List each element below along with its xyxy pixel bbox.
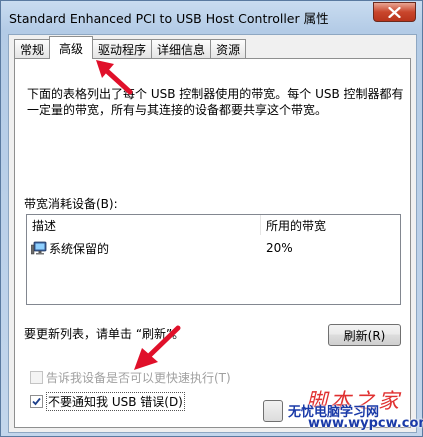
- usb-error-notify-checkbox[interactable]: [30, 395, 43, 408]
- bandwidth-list[interactable]: 描述 所用的带宽 系统保留的 20%: [26, 214, 401, 305]
- tab-general[interactable]: 常规: [14, 39, 51, 59]
- checkmark-icon: [32, 397, 41, 406]
- list-item[interactable]: 系统保留的 20%: [27, 239, 400, 257]
- device-bandwidth: 20%: [266, 241, 293, 255]
- close-button[interactable]: [373, 2, 416, 22]
- usb-error-notify-label[interactable]: 不要通知我 USB 错误(D): [46, 392, 185, 411]
- window-title: Standard Enhanced PCI to USB Host Contro…: [9, 11, 329, 26]
- refresh-hint-text: 要更新列表，请单击 “刷新”。: [24, 327, 185, 341]
- faster-execution-option: 告诉我设备是否可以更快速执行(T): [30, 369, 231, 386]
- column-header-description[interactable]: 描述: [27, 215, 261, 235]
- tab-driver[interactable]: 驱动程序: [92, 39, 153, 59]
- advanced-tab-panel: 下面的表格列出了每个 USB 控制器使用的带宽。每个 USB 控制器都有一定量的…: [14, 58, 411, 428]
- tab-strip: 常规 高级 驱动程序 详细信息 资源: [14, 36, 247, 59]
- tab-advanced[interactable]: 高级: [49, 36, 94, 59]
- list-header: 描述 所用的带宽: [27, 215, 400, 235]
- site-watermark: 脚本之家 无忧电脑学习网 www.wypcw.com: [256, 385, 423, 435]
- bandwidth-devices-label: 带宽消耗设备(B):: [24, 197, 118, 211]
- bandwidth-description: 下面的表格列出了每个 USB 控制器使用的带宽。每个 USB 控制器都有一定量的…: [27, 87, 404, 117]
- tab-details[interactable]: 详细信息: [151, 39, 212, 59]
- title-bar[interactable]: Standard Enhanced PCI to USB Host Contro…: [1, 1, 422, 31]
- device-name: 系统保留的: [49, 241, 110, 256]
- faster-execution-label: 告诉我设备是否可以更快速执行(T): [46, 371, 231, 385]
- watermark-url: www.wypcw.com: [308, 416, 423, 431]
- column-header-bandwidth[interactable]: 所用的带宽: [261, 215, 400, 235]
- dialog-body: 常规 高级 驱动程序 详细信息 资源 下面的表格列出了每个 USB 控制器使用的…: [8, 34, 417, 433]
- refresh-button[interactable]: 刷新(R): [328, 324, 401, 346]
- properties-dialog: Standard Enhanced PCI to USB Host Contro…: [0, 0, 423, 437]
- tab-resources[interactable]: 资源: [210, 39, 247, 59]
- faster-execution-checkbox: [30, 371, 43, 384]
- close-icon: [388, 6, 401, 18]
- usb-error-notify-option[interactable]: 不要通知我 USB 错误(D): [30, 392, 185, 411]
- computer-icon: [31, 241, 47, 255]
